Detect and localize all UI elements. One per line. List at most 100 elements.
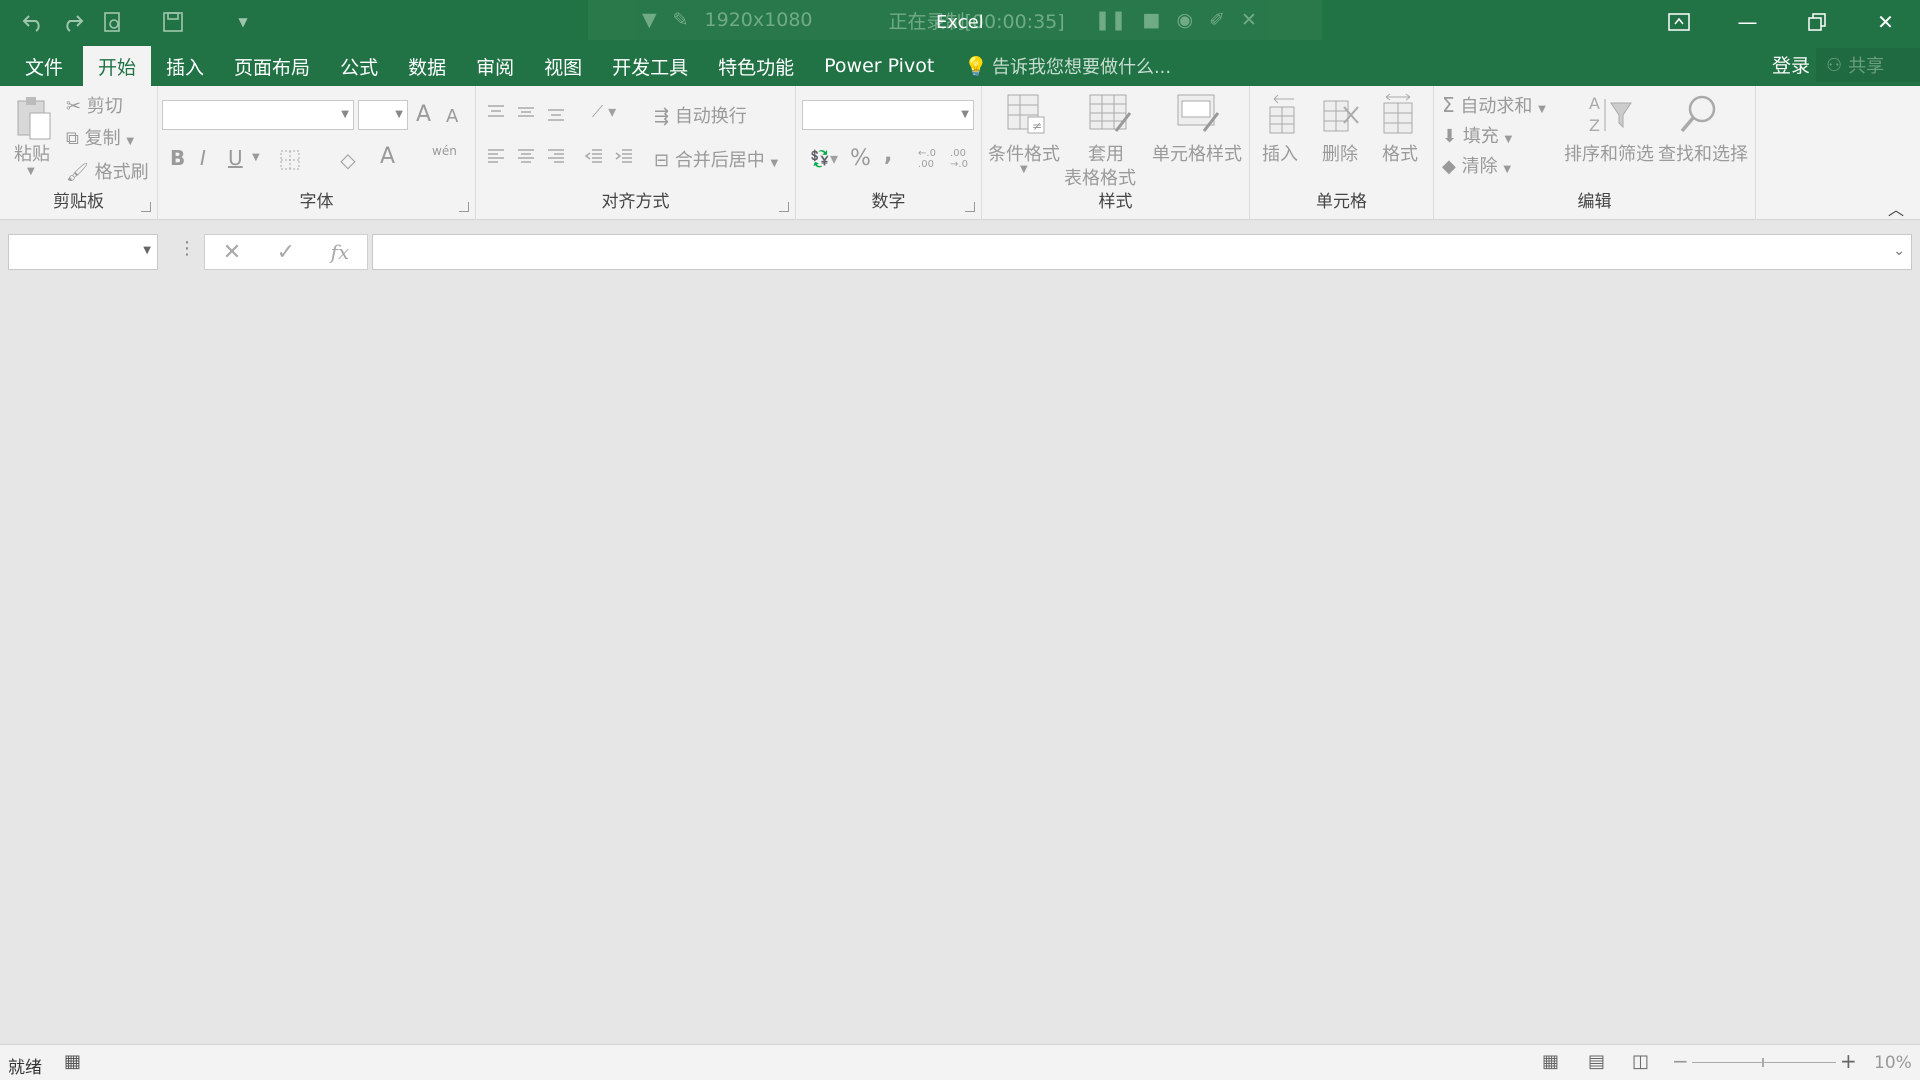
format-as-table-icon[interactable]: [1086, 92, 1134, 136]
insert-cells-label[interactable]: 插入: [1262, 140, 1298, 166]
autosum-button[interactable]: Σ 自动求和 ▼: [1442, 92, 1546, 118]
number-format-combobox[interactable]: ▼: [802, 100, 974, 130]
recorder-stop-icon[interactable]: ■: [1143, 9, 1161, 31]
cell-styles-icon[interactable]: [1174, 92, 1222, 136]
enter-icon[interactable]: ✓: [277, 240, 295, 265]
underline-button[interactable]: U: [228, 146, 243, 170]
page-break-view-icon[interactable]: ◫: [1632, 1051, 1649, 1072]
cell-styles-label[interactable]: 单元格样式: [1152, 140, 1242, 166]
format-as-table-label-1[interactable]: 套用: [1088, 140, 1124, 166]
tab-view[interactable]: 视图: [529, 46, 597, 86]
undo-icon[interactable]: [16, 8, 50, 36]
collapse-ribbon-icon[interactable]: ︿: [1888, 196, 1904, 220]
minimize-icon[interactable]: —: [1713, 0, 1782, 44]
tab-formulas[interactable]: 公式: [325, 46, 393, 86]
save-icon[interactable]: [156, 8, 190, 36]
customize-qat-icon[interactable]: ▼: [226, 8, 260, 36]
insert-cells-icon[interactable]: [1258, 92, 1302, 138]
fill-color-icon[interactable]: ◇: [334, 148, 362, 172]
redo-icon[interactable]: [56, 8, 90, 36]
alignment-launcher-icon[interactable]: [779, 202, 789, 212]
zoom-slider[interactable]: [1692, 1058, 1836, 1067]
formula-input[interactable]: ⌄: [372, 234, 1912, 270]
recorder-pen-icon[interactable]: ✐: [1209, 9, 1225, 31]
sort-filter-label[interactable]: 排序和筛选: [1564, 140, 1654, 166]
find-select-label[interactable]: 查找和选择: [1658, 140, 1748, 166]
phonetic-guide-button[interactable]: wén: [432, 144, 457, 158]
fill-button[interactable]: ⬇ 填充 ▼: [1442, 122, 1512, 148]
cancel-icon[interactable]: ✕: [223, 240, 241, 265]
font-launcher-icon[interactable]: [459, 202, 469, 212]
underline-dropdown-icon[interactable]: ▼: [252, 152, 260, 163]
formula-bar-resize-icon[interactable]: ⋮: [178, 238, 196, 259]
name-box[interactable]: ▼: [8, 234, 158, 270]
restore-icon[interactable]: [1782, 0, 1851, 44]
zoom-out-icon[interactable]: −: [1672, 1049, 1689, 1073]
format-painter-button[interactable]: 🖌 格式刷: [66, 158, 149, 184]
format-cells-label[interactable]: 格式: [1382, 140, 1418, 166]
tab-page-layout[interactable]: 页面布局: [219, 46, 325, 86]
wrap-text-button[interactable]: ⇶ 自动换行: [654, 102, 747, 128]
paste-label[interactable]: 粘贴: [14, 140, 50, 166]
zoom-in-icon[interactable]: +: [1840, 1049, 1857, 1073]
recorder-dropdown-icon[interactable]: ▼: [642, 9, 657, 31]
middle-align-icon[interactable]: [512, 100, 540, 124]
close-icon[interactable]: ✕: [1851, 0, 1920, 44]
zoom-level[interactable]: 10%: [1874, 1053, 1912, 1073]
font-color-button[interactable]: A: [380, 144, 395, 169]
recorder-camera-icon[interactable]: ◉: [1176, 9, 1193, 31]
copy-button[interactable]: ⧉ 复制 ▼: [66, 124, 134, 150]
expand-formula-icon[interactable]: ⌄: [1893, 243, 1905, 259]
clipboard-launcher-icon[interactable]: [141, 202, 151, 212]
tell-me-box[interactable]: 💡 告诉我您想要做什么...: [949, 46, 1186, 86]
tab-insert[interactable]: 插入: [151, 46, 219, 86]
tab-power-pivot[interactable]: Power Pivot: [809, 46, 949, 86]
recorder-close-icon[interactable]: ✕: [1241, 9, 1257, 31]
bold-button[interactable]: B: [170, 146, 185, 170]
normal-view-icon[interactable]: ▦: [1542, 1051, 1559, 1072]
tab-review[interactable]: 审阅: [461, 46, 529, 86]
font-size-combobox[interactable]: ▼: [358, 100, 408, 130]
tab-file[interactable]: 文件: [10, 46, 78, 86]
align-right-icon[interactable]: [542, 144, 570, 168]
increase-decimal-icon[interactable]: ←.0.00: [912, 144, 942, 174]
conditional-formatting-dropdown-icon[interactable]: ▼: [1020, 164, 1028, 175]
conditional-formatting-label[interactable]: 条件格式: [988, 140, 1060, 166]
tab-developer[interactable]: 开发工具: [597, 46, 703, 86]
ribbon-display-options-icon[interactable]: [1644, 0, 1713, 44]
grow-font-button[interactable]: A: [416, 102, 431, 127]
delete-cells-label[interactable]: 删除: [1322, 140, 1358, 166]
insert-function-button[interactable]: fx: [331, 240, 350, 264]
tab-special-features[interactable]: 特色功能: [703, 46, 809, 86]
tab-data[interactable]: 数据: [393, 46, 461, 86]
shrink-font-button[interactable]: A: [446, 106, 458, 127]
increase-indent-icon[interactable]: [610, 144, 638, 168]
paste-dropdown-icon[interactable]: ▼: [27, 166, 35, 177]
zoom-slider-thumb[interactable]: [1762, 1058, 1764, 1067]
find-select-icon[interactable]: [1674, 90, 1724, 138]
borders-icon[interactable]: [276, 148, 304, 172]
cut-button[interactable]: ✂ 剪切: [66, 92, 123, 118]
orientation-icon[interactable]: ⟋ ▾: [584, 100, 624, 124]
align-center-icon[interactable]: [512, 144, 540, 168]
recorder-pause-icon[interactable]: ❚❚: [1095, 9, 1127, 31]
percent-style-button[interactable]: %: [850, 146, 871, 171]
decrease-indent-icon[interactable]: [580, 144, 608, 168]
align-left-icon[interactable]: [482, 144, 510, 168]
sign-in-link[interactable]: 登录: [1772, 44, 1810, 84]
italic-button[interactable]: I: [200, 146, 206, 170]
accounting-format-icon[interactable]: 💱▾: [804, 146, 844, 170]
share-button[interactable]: ⚇ 共享: [1816, 48, 1920, 82]
decrease-decimal-icon[interactable]: .00 →.0: [944, 144, 974, 174]
number-launcher-icon[interactable]: [965, 202, 975, 212]
page-layout-view-icon[interactable]: ▤: [1588, 1051, 1605, 1072]
conditional-formatting-icon[interactable]: ≠: [1002, 92, 1050, 136]
delete-cells-icon[interactable]: [1318, 92, 1362, 138]
print-preview-icon[interactable]: [96, 8, 130, 36]
merge-center-button[interactable]: ⊟ 合并后居中 ▼: [654, 146, 778, 172]
tab-home[interactable]: 开始: [83, 46, 152, 86]
font-name-combobox[interactable]: ▼: [162, 100, 354, 130]
macro-record-icon[interactable]: ▦: [64, 1051, 81, 1072]
top-align-icon[interactable]: [482, 100, 510, 124]
format-cells-icon[interactable]: [1376, 92, 1420, 138]
